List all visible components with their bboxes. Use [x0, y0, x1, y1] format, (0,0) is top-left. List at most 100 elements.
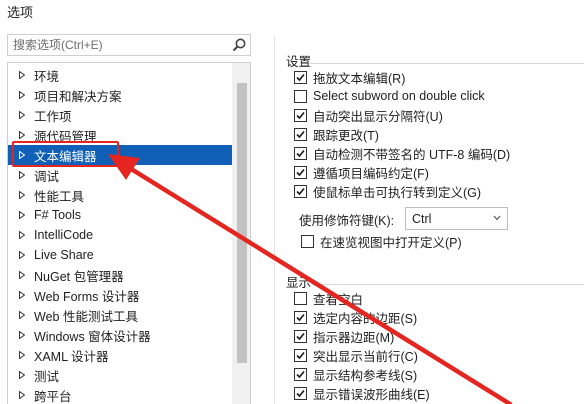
option-checkbox[interactable]: [294, 367, 307, 381]
tree-item[interactable]: IntelliCode: [8, 225, 232, 245]
tree-item-label: IntelliCode: [34, 228, 94, 242]
tree-item[interactable]: 工作项: [8, 105, 232, 125]
chevron-down-icon: [493, 215, 501, 221]
tree-item[interactable]: Windows 窗体设计器: [8, 325, 232, 345]
tree-item[interactable]: 性能工具: [8, 185, 232, 205]
option-label: 查看空白: [313, 292, 364, 307]
tree-item-label: 性能工具: [34, 189, 85, 204]
tree-item-label: 测试: [34, 369, 60, 384]
option-row[interactable]: 跟踪更改(T): [294, 125, 379, 143]
expand-arrow-icon[interactable]: [19, 131, 25, 139]
option-label: 显示结构参考线(S): [313, 368, 418, 383]
option-checkbox[interactable]: [294, 348, 307, 362]
tree-item[interactable]: Web 性能测试工具: [8, 305, 232, 325]
option-row[interactable]: 遵循项目编码约定(F): [294, 163, 429, 181]
expand-arrow-icon[interactable]: [19, 351, 25, 359]
option-checkbox[interactable]: [294, 310, 307, 324]
option-row[interactable]: 突出显示当前行(C): [294, 346, 418, 364]
tree-item[interactable]: 环境: [8, 65, 232, 85]
tree-item[interactable]: 调试: [8, 165, 232, 185]
tree-item[interactable]: 测试: [8, 365, 232, 385]
tree-item-label: F# Tools: [34, 208, 82, 222]
option-label: 选定内容的边距(S): [313, 311, 418, 326]
option-label: 自动检测不带签名的 UTF-8 编码(D): [313, 147, 511, 162]
option-label: 使鼠标单击可执行转到定义(G): [313, 185, 482, 200]
tree-item[interactable]: 文本编辑器: [8, 145, 232, 165]
option-label: 遵循项目编码约定(F): [313, 166, 429, 181]
option-row[interactable]: 自动检测不带签名的 UTF-8 编码(D): [294, 144, 510, 162]
option-label: 拖放文本编辑(R): [313, 71, 406, 86]
option-row[interactable]: 使鼠标单击可执行转到定义(G): [294, 182, 481, 200]
option-checkbox[interactable]: [294, 386, 307, 400]
modifier-key-value: Ctrl: [412, 211, 432, 226]
peek-option-label: 在速览视图中打开定义(P): [320, 235, 462, 250]
options-tree[interactable]: 环境 项目和解决方案工作项 源代码管理文本编辑器调试性能工具 F# Tools Inte…: [7, 62, 251, 404]
expand-arrow-icon[interactable]: [19, 231, 25, 239]
expand-arrow-icon[interactable]: [19, 311, 25, 319]
display-group-line: [312, 284, 584, 285]
tree-item[interactable]: 项目和解决方案: [8, 85, 232, 105]
expand-arrow-icon[interactable]: [19, 191, 25, 199]
option-checkbox[interactable]: [294, 146, 307, 160]
expand-arrow-icon[interactable]: [19, 211, 25, 219]
tree-item-label: 调试: [34, 169, 60, 184]
expand-arrow-icon[interactable]: [19, 71, 25, 79]
tree-item[interactable]: Live Share: [8, 245, 232, 265]
expand-arrow-icon[interactable]: [19, 291, 25, 299]
expand-arrow-icon[interactable]: [19, 251, 25, 259]
search-input[interactable]: [8, 35, 218, 55]
option-row[interactable]: 拖放文本编辑(R): [294, 68, 405, 86]
expand-arrow-icon[interactable]: [19, 391, 25, 399]
option-label: 显示错误波形曲线(E): [313, 387, 430, 402]
tree-item-label: 跨平台: [34, 389, 72, 404]
tree-item-label: NuGet 包管理器: [34, 269, 124, 284]
tree-item[interactable]: Web Forms 设计器: [8, 285, 232, 305]
tree-item[interactable]: NuGet 包管理器: [8, 265, 232, 285]
tree-item[interactable]: F# Tools: [8, 205, 232, 225]
option-checkbox[interactable]: [294, 70, 307, 84]
option-checkbox[interactable]: [294, 291, 307, 305]
option-row[interactable]: 显示结构参考线(S): [294, 365, 417, 383]
expand-arrow-icon[interactable]: [19, 171, 25, 179]
tree-item[interactable]: 跨平台: [8, 385, 232, 404]
modifier-key-select[interactable]: Ctrl: [405, 207, 508, 230]
tree-item-label: Windows 窗体设计器: [34, 329, 151, 344]
expand-arrow-icon[interactable]: [19, 271, 25, 279]
option-row[interactable]: 自动突出显示分隔符(U): [294, 106, 443, 124]
option-checkbox[interactable]: [294, 108, 307, 122]
expand-arrow-icon[interactable]: [19, 331, 25, 339]
modifier-row: 使用修饰符键(K):: [299, 208, 394, 230]
option-row[interactable]: Select subword on double click: [294, 87, 485, 105]
search-box[interactable]: [7, 34, 251, 56]
option-checkbox[interactable]: [294, 165, 307, 179]
tree-item-label: 文本编辑器: [34, 149, 97, 164]
scrollbar-thumb[interactable]: [237, 83, 247, 363]
option-label: 跟踪更改(T): [313, 128, 379, 143]
option-checkbox[interactable]: [294, 127, 307, 141]
option-row[interactable]: 显示错误波形曲线(E): [294, 384, 430, 402]
expand-arrow-icon[interactable]: [19, 151, 25, 159]
peek-checkbox[interactable]: [301, 234, 314, 248]
pane-divider: [274, 36, 275, 404]
option-checkbox[interactable]: [294, 184, 307, 198]
option-row[interactable]: 选定内容的边距(S): [294, 308, 417, 326]
tree-item-label: 工作项: [34, 109, 72, 124]
window-title: 选项: [7, 5, 34, 20]
tree-scrollbar[interactable]: [232, 63, 250, 404]
expand-arrow-icon[interactable]: [19, 111, 25, 119]
option-label: 自动突出显示分隔符(U): [313, 109, 443, 124]
option-row[interactable]: 指示器边距(M): [294, 327, 394, 345]
tree-item-label: 环境: [34, 69, 60, 84]
option-label: Select subword on double click: [313, 89, 485, 103]
tree-item[interactable]: 源代码管理: [8, 125, 232, 145]
option-row[interactable]: 查看空白: [294, 289, 363, 307]
tree-item[interactable]: XAML 设计器: [8, 345, 232, 365]
option-checkbox[interactable]: [294, 329, 307, 343]
search-icon[interactable]: [231, 37, 247, 53]
expand-arrow-icon[interactable]: [19, 371, 25, 379]
peek-definition-option[interactable]: 在速览视图中打开定义(P): [301, 232, 462, 250]
option-checkbox[interactable]: [294, 89, 307, 103]
tree-item-label: Web Forms 设计器: [34, 289, 140, 304]
tree-item-label: Web 性能测试工具: [34, 309, 138, 324]
expand-arrow-icon[interactable]: [19, 91, 25, 99]
